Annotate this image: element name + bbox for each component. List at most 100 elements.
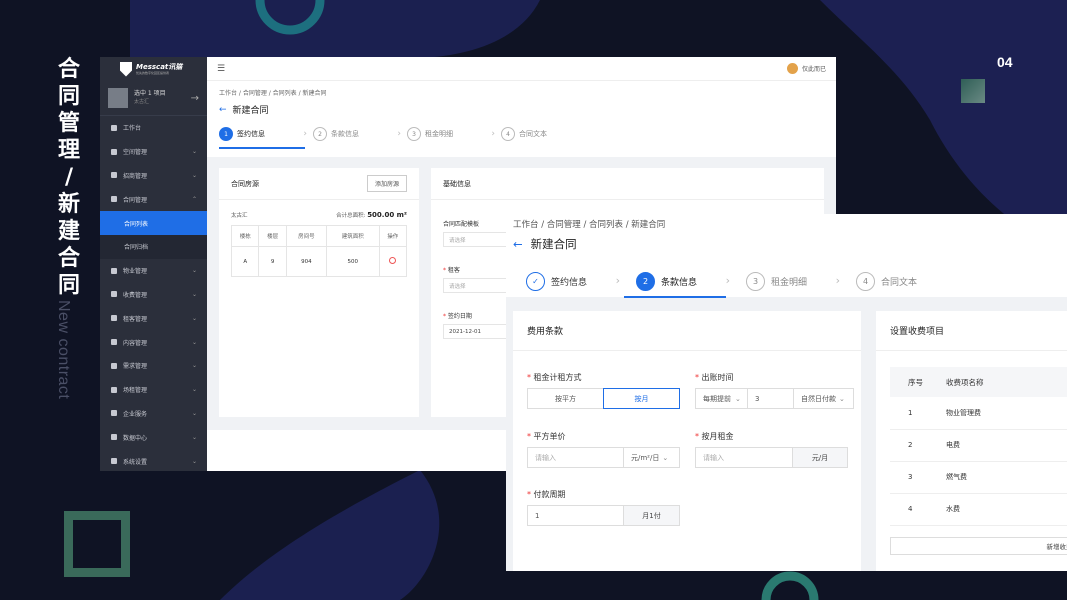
page-title: 新建合同 (232, 106, 269, 116)
chevron-down-icon: ⌄ (191, 290, 197, 298)
menu-label: 内容管理 (123, 339, 148, 347)
select-value: 自然日付款 (801, 394, 836, 403)
slide-subtitle: New contract (52, 300, 78, 420)
delete-icon[interactable] (389, 257, 397, 264)
column-header: 楼栋 (230, 225, 260, 247)
column-header: 收费项名称 (946, 367, 1067, 397)
breadcrumb: 工作台 / 合同管理 / 合同列表 / 新建合同 (219, 90, 327, 97)
switch-arrow-icon[interactable]: → (191, 93, 199, 104)
step-3[interactable]: 3 租金明细 › (746, 264, 856, 298)
fee-terms-card: 费用条款 * 租金计租方式 按平方 按月 * 出账时间 每期提前 ⌄ 3 自然日付… (513, 311, 861, 571)
card-title: 费用条款 (527, 327, 564, 337)
chevron-right-icon: › (725, 274, 730, 287)
step-number: 2 (313, 127, 327, 141)
chevron-down-icon: ⌄ (191, 433, 197, 441)
project-title: 选中 1 项目 (134, 90, 166, 97)
back-arrow-icon[interactable]: ← (513, 237, 523, 251)
menu-item[interactable]: 企业服务 ⌄ (100, 402, 207, 426)
step-label: 签约信息 (237, 130, 265, 138)
step-2[interactable]: 2 条款信息 › (313, 127, 407, 149)
chevron-down-icon: ⌄ (191, 362, 197, 370)
tenant-icon (111, 315, 117, 322)
table-cell: 物业管理费 (946, 397, 1067, 430)
unit-price-input[interactable]: 请输入 (527, 447, 624, 468)
chevron-down-icon: ⌄ (662, 453, 669, 462)
project-switcher[interactable]: 选中 1 项目 太古汇 → (100, 81, 207, 116)
menu-item-leasing[interactable]: 招商管理 ⌄ (100, 164, 207, 188)
breadcrumb: 工作台 / 合同管理 / 合同列表 / 新建合同 (513, 220, 666, 230)
venue-icon (111, 386, 117, 393)
column-header: 操作 (378, 225, 408, 247)
menu-toggle-icon[interactable]: ☰ (217, 64, 225, 74)
submenu-contract-list[interactable]: 合同列表 (100, 211, 207, 235)
menu-item[interactable]: 内容管理 ⌄ (100, 330, 207, 354)
monthly-rent-input[interactable]: 请输入 (695, 447, 793, 468)
step-1[interactable]: 1 签约信息 › (219, 127, 313, 149)
monthly-rent-unit: 元/月 (792, 447, 848, 468)
menu-item-contract[interactable]: 合同管理 ⌃ (100, 187, 207, 211)
table-row: 3 燃气费 (890, 461, 1067, 494)
chevron-down-icon: ⌄ (191, 338, 197, 346)
button-label: 新增收费项 (1046, 543, 1067, 551)
menu-item[interactable]: 系统设置 ⌄ (100, 449, 207, 471)
stepper: 1 签约信息 › 2 条款信息 › 3 租金明细 › 4 合同文本 (219, 127, 824, 149)
decor-square-small (961, 79, 985, 103)
menu-label: 企业服务 (123, 410, 148, 418)
chevron-down-icon: ⌄ (191, 148, 197, 156)
table-row: 1 物业管理费 (890, 397, 1067, 430)
unit-price-unit-select[interactable]: 元/m²/日 ⌄ (623, 447, 680, 468)
required-mark: * (527, 432, 531, 441)
logo-title: Messcat讯猫 (136, 63, 183, 71)
card-title: 设置收费项目 (890, 327, 945, 337)
step-4[interactable]: 4 合同文本 (856, 264, 966, 298)
pay-cycle-unit: 月1付 (623, 505, 680, 526)
menu-item[interactable]: 物业管理 ⌄ (100, 259, 207, 283)
step-number: 4 (501, 127, 515, 141)
menu-item[interactable]: 数据中心 ⌄ (100, 425, 207, 449)
user-menu[interactable]: 仅此而已 (786, 63, 826, 74)
step-1[interactable]: ✓ 签约信息 › (526, 264, 636, 298)
billing-icon (111, 291, 117, 298)
card-title: 基础信息 (443, 179, 471, 188)
menu-item[interactable]: 场租管理 ⌄ (100, 378, 207, 402)
contract-window-step2: 工作台 / 合同管理 / 合同列表 / 新建合同 ← 新建合同 ✓ 签约信息 › 2条… (506, 214, 1067, 571)
menu-item[interactable]: 租客管理 ⌄ (100, 306, 207, 330)
step-2[interactable]: 2 条款信息 › (624, 264, 746, 298)
menu-item-space[interactable]: 空间管理 ⌄ (100, 140, 207, 164)
menu-label: 空间管理 (123, 149, 148, 157)
billing-time-select[interactable]: 每期提前 ⌄ (695, 388, 748, 409)
content-icon (111, 339, 117, 346)
charge-items-table: 序号 收费项名称 1 物业管理费 2 电费 3 燃气费 4 水费 (890, 367, 1067, 526)
rent-by-month-option[interactable]: 按月 (603, 388, 680, 409)
billing-days-input[interactable]: 3 (747, 388, 794, 409)
top-bar: ☰ 仅此而已 (207, 57, 836, 81)
title-char: 合 (57, 246, 80, 271)
menu-item[interactable]: 收费管理 ⌄ (100, 283, 207, 307)
step-3[interactable]: 3 租金明细 › (407, 127, 501, 149)
chevron-down-icon: ⌄ (191, 409, 197, 417)
billing-unit-select[interactable]: 自然日付款 ⌄ (793, 388, 854, 409)
table-cell: 水费 (946, 493, 1067, 526)
step-label: 租金明细 (771, 277, 808, 288)
menu-item-workbench[interactable]: 工作台 (100, 116, 207, 140)
title-char: 合 (57, 57, 80, 82)
submenu-contract-archive[interactable]: 合同归档 (100, 234, 207, 259)
chevron-right-icon: › (615, 274, 620, 287)
field-label: 付款周期 (533, 490, 566, 499)
title-char: 新 (57, 192, 80, 217)
add-room-button[interactable]: 添加房源 (366, 175, 407, 192)
rent-by-area-option[interactable]: 按平方 (527, 388, 604, 409)
table-row: 4 水费 (890, 493, 1067, 526)
menu-item[interactable]: 需求管理 ⌄ (100, 354, 207, 378)
step-4[interactable]: 4 合同文本 (501, 127, 595, 149)
table-cell: 1 (890, 397, 946, 430)
back-arrow-icon[interactable]: ← (219, 105, 227, 115)
logo-subtitle: 优先的数字化园区提供者 (136, 71, 170, 75)
pay-cycle-input[interactable]: 1 (527, 505, 624, 526)
request-icon (111, 362, 117, 369)
table-cell: 电费 (946, 429, 1067, 462)
add-charge-item-button[interactable]: 新增收费项 (890, 537, 1067, 555)
space-icon (111, 148, 117, 155)
menu-label: 数据中心 (123, 434, 148, 442)
workbench-icon (111, 124, 117, 131)
